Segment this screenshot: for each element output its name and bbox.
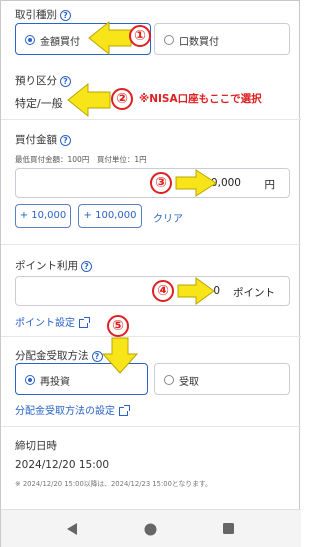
amount-label: 買付金額? xyxy=(15,132,71,147)
dividend-label: 分配金受取方法? xyxy=(15,348,103,363)
annotation-arrow-1 xyxy=(88,20,132,56)
annotation-marker-1: ① xyxy=(129,25,151,47)
add-10000-button[interactable]: + 10,000 xyxy=(15,204,71,228)
points-settings-link[interactable]: ポイント設定 xyxy=(15,314,90,329)
help-icon[interactable]: ? xyxy=(60,134,71,146)
dividend-receive-radio[interactable]: 受取 xyxy=(154,363,290,395)
help-icon[interactable]: ? xyxy=(60,9,71,21)
add-100000-button[interactable]: + 100,000 xyxy=(78,204,142,228)
annotation-arrow-3 xyxy=(175,169,217,197)
divider xyxy=(1,119,301,120)
annotation-arrow-4 xyxy=(177,277,215,305)
recents-icon[interactable] xyxy=(223,523,234,534)
annotation-nisa-note: ※NISA口座もここで選択 xyxy=(139,93,262,105)
screen: 取引種別? 金額買付 口数買付 預り区分? 特定/一般 買付金額? 最低買付金額… xyxy=(0,0,301,547)
radio-icon xyxy=(25,35,35,45)
help-icon[interactable]: ? xyxy=(81,260,92,272)
external-link-icon xyxy=(79,316,90,328)
divider xyxy=(1,336,301,337)
navigation-bar xyxy=(1,509,301,547)
trade-type-label: 取引種別? xyxy=(15,7,71,22)
external-link-icon xyxy=(119,404,130,416)
amount-unit: 円 xyxy=(264,179,276,191)
amount-min-info: 最低買付金額：100円 買付単位：1円 xyxy=(15,155,147,164)
points-unit: ポイント xyxy=(233,287,275,299)
back-icon[interactable] xyxy=(66,523,78,535)
annotation-marker-2: ② xyxy=(111,88,133,110)
annotation-marker-5: ⑤ xyxy=(107,315,129,337)
radio-icon xyxy=(164,35,174,45)
trade-type-units-radio[interactable]: 口数買付 xyxy=(154,23,290,55)
account-type-label: 預り区分? xyxy=(15,73,71,88)
annotation-arrow-5 xyxy=(101,337,139,374)
clear-button[interactable]: クリア xyxy=(153,210,183,225)
annotation-arrow-2 xyxy=(67,82,111,118)
annotation-marker-3: ③ xyxy=(150,172,172,194)
points-label: ポイント利用? xyxy=(15,258,92,273)
divider xyxy=(1,426,301,427)
deadline-value: 2024/12/20 15:00 xyxy=(15,459,110,471)
home-icon[interactable] xyxy=(144,523,157,536)
deadline-note: ※ 2024/12/20 15:00以降は、2024/12/23 15:00とな… xyxy=(15,480,212,488)
annotation-marker-4: ④ xyxy=(152,280,174,302)
deadline-label: 締切日時 xyxy=(15,440,57,452)
account-type-value: 特定/一般 xyxy=(15,97,63,110)
dividend-settings-link[interactable]: 分配金受取方法の設定 xyxy=(15,402,130,417)
divider xyxy=(1,244,301,245)
radio-icon xyxy=(164,375,174,385)
radio-icon xyxy=(25,375,35,385)
